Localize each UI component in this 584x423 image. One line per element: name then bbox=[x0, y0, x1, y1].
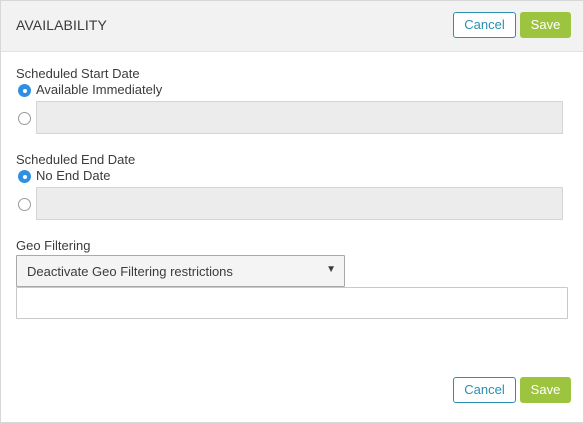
end-no-end-radio[interactable] bbox=[18, 170, 31, 183]
header-save-button[interactable]: Save bbox=[520, 12, 571, 38]
end-date-input[interactable] bbox=[36, 187, 563, 220]
start-date-input[interactable] bbox=[36, 101, 563, 134]
panel-header: AVAILABILITY Cancel Save bbox=[1, 1, 583, 52]
start-date-radio[interactable] bbox=[18, 112, 31, 125]
start-immediately-label: Available Immediately bbox=[36, 82, 163, 97]
end-date-label: Scheduled End Date bbox=[16, 152, 136, 167]
geo-filtering-input[interactable] bbox=[16, 287, 568, 319]
geo-filtering-label: Geo Filtering bbox=[16, 238, 91, 253]
panel-title: AVAILABILITY bbox=[16, 17, 107, 33]
end-no-end-label: No End Date bbox=[36, 168, 111, 183]
footer-cancel-button[interactable]: Cancel bbox=[453, 377, 516, 403]
end-date-radio[interactable] bbox=[18, 198, 31, 211]
start-immediately-radio[interactable] bbox=[18, 84, 31, 97]
caret-down-icon: ▼ bbox=[326, 264, 336, 275]
geo-filtering-selected-value: Deactivate Geo Filtering restrictions bbox=[27, 264, 233, 279]
geo-filtering-select[interactable]: Deactivate Geo Filtering restrictions ▼ bbox=[16, 255, 345, 287]
footer-save-button[interactable]: Save bbox=[520, 377, 571, 403]
start-date-label: Scheduled Start Date bbox=[16, 66, 140, 81]
availability-panel: AVAILABILITY Cancel Save Scheduled Start… bbox=[0, 0, 584, 423]
header-cancel-button[interactable]: Cancel bbox=[453, 12, 516, 38]
